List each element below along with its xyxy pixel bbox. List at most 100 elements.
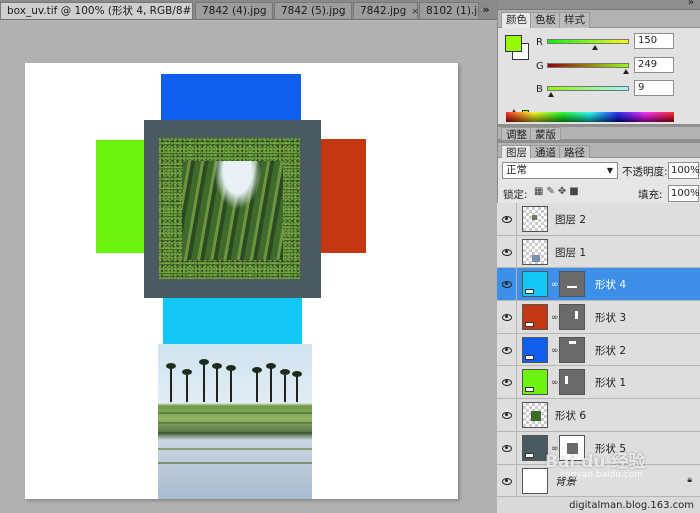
layer-thumbnail[interactable] <box>522 238 548 265</box>
paddy-stripe <box>158 432 312 434</box>
canvas-workspace <box>0 21 497 513</box>
fill-label: 填充: <box>638 189 663 201</box>
lock-position-icon[interactable]: ✥ <box>558 186 569 197</box>
layer-thumbnail[interactable] <box>522 336 548 363</box>
layer-row-shape-6[interactable]: 形状 6 <box>497 399 700 432</box>
palm-tree-crown <box>182 369 192 375</box>
close-icon[interactable]: × <box>351 4 352 19</box>
layer-thumbnail[interactable] <box>522 271 548 298</box>
green-channel-label: G <box>536 61 544 72</box>
visibility-eye-icon[interactable] <box>497 268 517 301</box>
visibility-eye-icon[interactable] <box>497 399 517 431</box>
layer-row-shape-1[interactable]: ∞ 形状 1 <box>497 366 700 400</box>
layer-thumbnail[interactable] <box>522 369 548 396</box>
layer-name[interactable]: 图层 1 <box>555 245 586 260</box>
document-tab-label: 8102 (1).j <box>426 5 478 17</box>
blend-mode-select[interactable]: 正常 ▼ <box>502 162 618 179</box>
layer-name[interactable]: 形状 2 <box>595 343 626 358</box>
collapse-icon[interactable]: » <box>688 0 694 8</box>
visibility-eye-icon[interactable] <box>497 235 517 268</box>
document-tab-label: box_uv.tif @ 100% (形状 4, RGB/8#) * <box>7 5 193 17</box>
link-icon[interactable]: ∞ <box>551 313 559 323</box>
opacity-input[interactable]: 100% <box>668 162 700 179</box>
palm-tree <box>230 368 232 402</box>
green-value-input[interactable]: 249 <box>634 57 674 73</box>
visibility-eye-icon[interactable] <box>497 431 517 464</box>
blue-channel-thumb[interactable] <box>547 92 554 97</box>
vector-shape-icon <box>525 387 534 393</box>
layer-thumbnail[interactable] <box>522 206 548 232</box>
blog-watermark: digitalman.blog.163.com <box>569 500 694 511</box>
visibility-eye-icon[interactable] <box>497 464 517 497</box>
document-tab-7842-4[interactable]: 7842 (4).jpg × <box>195 2 273 19</box>
red-channel-thumb[interactable] <box>592 45 599 50</box>
red-channel-slider[interactable] <box>547 39 629 50</box>
close-icon[interactable]: × <box>411 4 417 19</box>
tab-overflow-icon[interactable]: » <box>478 2 494 18</box>
blue-value-input[interactable]: 9 <box>634 80 674 96</box>
tab-swatches[interactable]: 色板 <box>530 12 561 28</box>
visibility-eye-icon[interactable] <box>497 203 517 235</box>
lock-image-icon[interactable]: ✎ <box>546 186 557 197</box>
layer-name[interactable]: 图层 2 <box>555 212 586 227</box>
lock-options-icons[interactable]: ▦✎✥■ <box>534 186 582 197</box>
layer-row-shape-3[interactable]: ∞ 形状 3 <box>497 301 700 334</box>
layer-row-layer-1[interactable]: 图层 1 <box>497 235 700 269</box>
palm-tree <box>170 366 172 402</box>
link-icon[interactable]: ∞ <box>551 346 559 356</box>
shape-bottom-cyan[interactable] <box>163 298 302 346</box>
visibility-eye-icon[interactable] <box>497 333 517 366</box>
thumbnail-content <box>532 215 537 220</box>
vector-mask-thumbnail[interactable] <box>559 336 585 363</box>
link-icon[interactable]: ∞ <box>551 378 559 388</box>
foreground-color-swatch[interactable] <box>505 35 522 52</box>
palm-tree-crown <box>280 369 290 375</box>
vector-mask-thumbnail[interactable] <box>559 369 585 396</box>
palm-tree <box>270 366 272 402</box>
document-tab-box-uv[interactable]: box_uv.tif @ 100% (形状 4, RGB/8#) *× <box>0 2 193 19</box>
fill-input[interactable]: 100% <box>668 185 700 202</box>
lock-icon: 🔒︎ <box>687 474 692 485</box>
palm-tree-crown <box>292 371 302 377</box>
vector-shape-icon <box>525 452 534 458</box>
shape-left-green[interactable] <box>96 140 146 253</box>
green-channel-thumb[interactable] <box>623 69 630 74</box>
layer-name[interactable]: 形状 3 <box>595 310 626 325</box>
visibility-eye-icon[interactable] <box>497 301 517 333</box>
close-icon[interactable]: × <box>272 4 273 19</box>
palm-tree <box>256 370 258 402</box>
document-tab-8102[interactable]: 8102 (1).j <box>419 2 479 19</box>
layer-row-layer-2[interactable]: 图层 2 <box>497 203 700 236</box>
vector-mask-thumbnail[interactable] <box>559 304 585 331</box>
layer-thumbnail[interactable] <box>522 402 548 429</box>
document-tab-7842-5[interactable]: 7842 (5).jpg × <box>274 2 352 19</box>
layer-thumbnail[interactable] <box>522 304 548 331</box>
layer-name[interactable]: 形状 1 <box>595 375 626 390</box>
vector-mask-thumbnail[interactable] <box>559 271 585 298</box>
color-panel-tabs: 颜色 色板 样式 <box>498 10 700 28</box>
document-tab-bar: box_uv.tif @ 100% (形状 4, RGB/8#) *× 7842… <box>0 0 497 20</box>
red-value-input[interactable]: 150 <box>634 33 674 49</box>
moss-photo-layer[interactable] <box>182 161 283 260</box>
blend-mode-value: 正常 <box>506 164 527 176</box>
layer-row-shape-4[interactable]: ∞ 形状 4 <box>497 268 700 302</box>
green-channel-slider[interactable] <box>547 63 630 74</box>
rice-field-photo-layer[interactable] <box>158 344 312 499</box>
document-tab-7842[interactable]: 7842.jpg × <box>353 2 418 19</box>
layer-row-shape-2[interactable]: ∞ 形状 2 <box>497 333 700 367</box>
tab-styles[interactable]: 样式 <box>559 12 590 28</box>
panel-collapse-strip[interactable]: » <box>498 0 700 10</box>
visibility-eye-icon[interactable] <box>497 366 517 399</box>
layer-name[interactable]: 形状 4 <box>595 277 626 292</box>
document-canvas[interactable] <box>25 63 458 499</box>
palm-tree <box>186 372 188 402</box>
layer-name[interactable]: 形状 6 <box>555 408 586 423</box>
red-channel-label: R <box>536 37 543 48</box>
tab-color[interactable]: 颜色 <box>501 12 532 28</box>
shape-right-red[interactable] <box>318 139 366 253</box>
lock-all-icon[interactable]: ■ <box>569 186 581 197</box>
lock-transparent-icon[interactable]: ▦ <box>534 186 546 197</box>
link-icon[interactable]: ∞ <box>551 280 559 290</box>
blue-channel-slider[interactable] <box>547 86 629 97</box>
color-spectrum-bar[interactable] <box>506 112 674 122</box>
